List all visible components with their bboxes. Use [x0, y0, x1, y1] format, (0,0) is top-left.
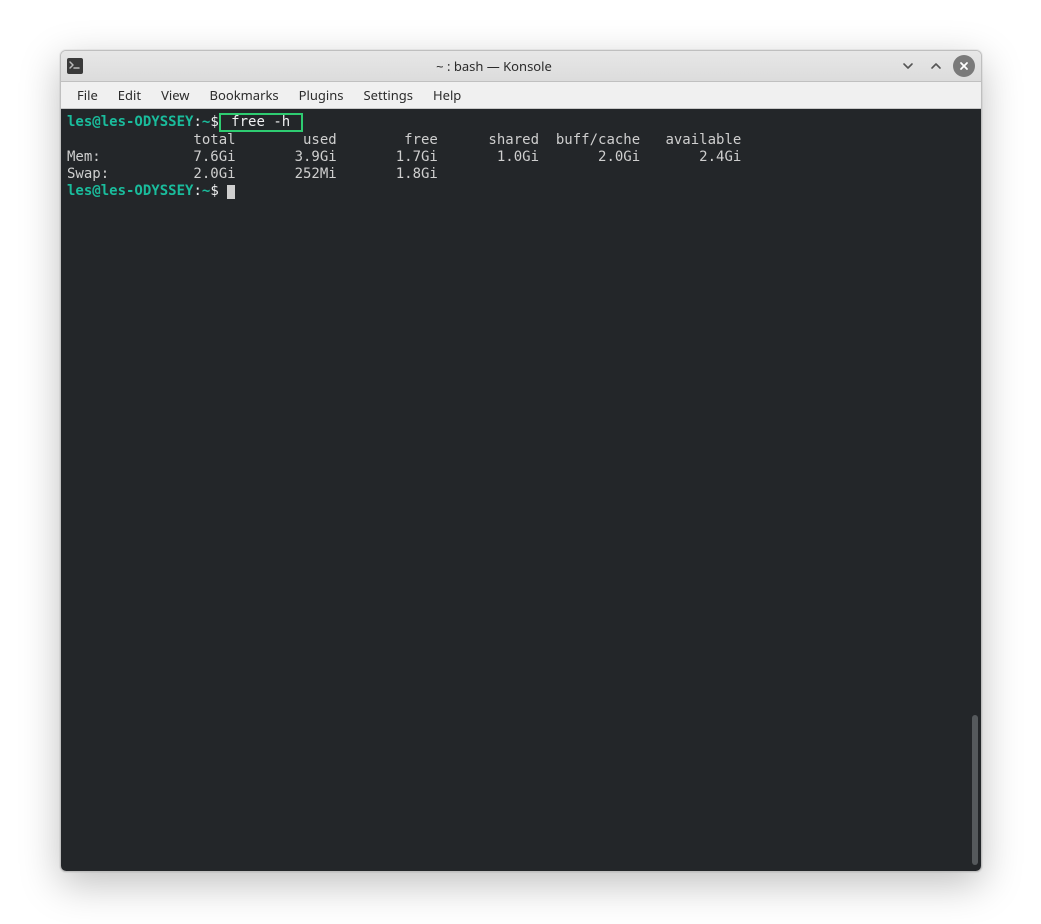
terminal-viewport[interactable]: les@les-ODYSSEY:~$ free -h total used fr…: [61, 109, 981, 871]
window-controls: [897, 55, 975, 77]
prompt-sep: :: [193, 114, 201, 130]
menubar: File Edit View Bookmarks Plugins Setting…: [61, 82, 981, 109]
minimize-button[interactable]: [897, 55, 919, 77]
menu-settings[interactable]: Settings: [354, 83, 423, 107]
maximize-button[interactable]: [925, 55, 947, 77]
titlebar[interactable]: ~ : bash — Konsole: [61, 51, 981, 82]
close-button[interactable]: [953, 55, 975, 77]
command-highlight: free -h: [219, 113, 303, 132]
scrollbar[interactable]: [972, 715, 978, 865]
terminal-content: les@les-ODYSSEY:~$ free -h total used fr…: [67, 113, 975, 200]
cursor-icon: [227, 185, 235, 199]
prompt-sep-2: :: [193, 183, 201, 199]
menu-help[interactable]: Help: [423, 83, 471, 107]
konsole-window: ~ : bash — Konsole File Edit View Book: [60, 50, 982, 872]
free-swap-line: Swap: 2.0Gi 252Mi 1.8Gi: [67, 166, 438, 182]
close-icon: [958, 60, 970, 72]
prompt-user-host: les@les-ODYSSEY: [67, 114, 193, 130]
menu-view[interactable]: View: [151, 83, 199, 107]
prompt-dollar: $: [210, 114, 218, 130]
free-header-line: total used free shared buff/cache availa…: [67, 132, 741, 148]
chevron-down-icon: [901, 59, 915, 73]
menu-bookmarks[interactable]: Bookmarks: [200, 83, 289, 107]
free-mem-line: Mem: 7.6Gi 3.9Gi 1.7Gi 1.0Gi 2.0Gi 2.4Gi: [67, 149, 741, 165]
menu-plugins[interactable]: Plugins: [289, 83, 354, 107]
prompt-user-host-2: les@les-ODYSSEY: [67, 183, 193, 199]
chevron-up-icon: [929, 59, 943, 73]
window-title: ~ : bash — Konsole: [91, 57, 897, 75]
prompt-dollar-2: $: [210, 183, 218, 199]
konsole-app-icon: [67, 58, 83, 74]
menu-edit[interactable]: Edit: [108, 83, 151, 107]
menu-file[interactable]: File: [67, 83, 108, 107]
